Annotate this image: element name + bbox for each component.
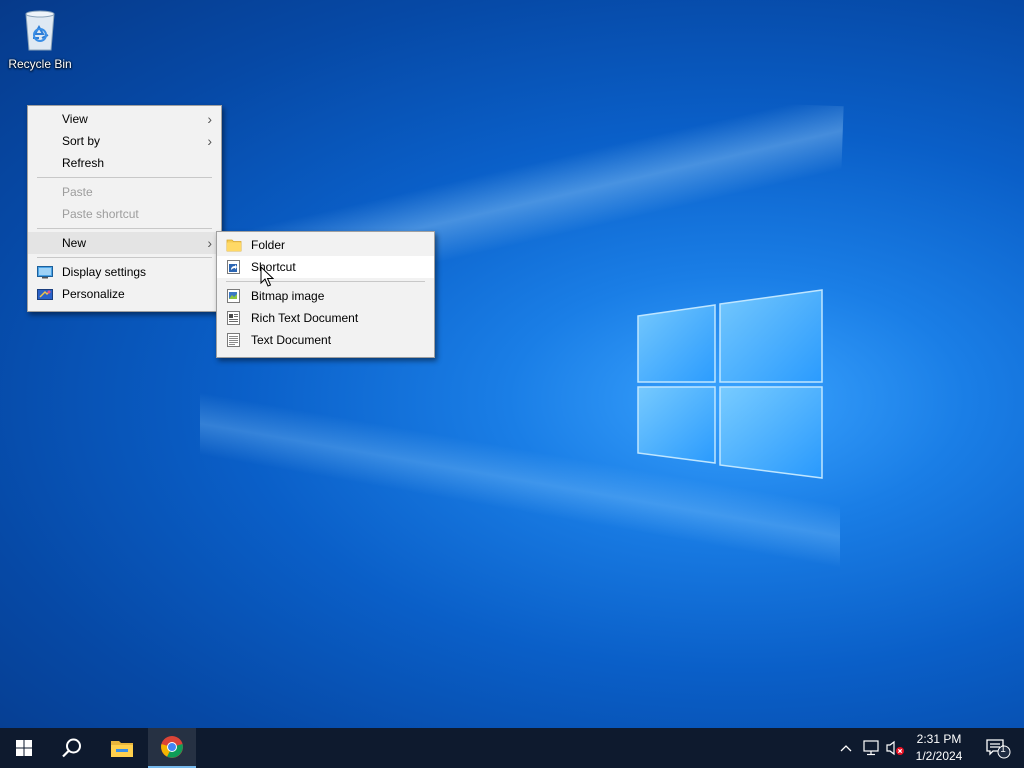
chevron-right-icon: › <box>207 133 212 149</box>
menu-item-label: Bitmap image <box>251 289 325 303</box>
action-center-button[interactable]: 1 <box>978 728 1018 768</box>
rtf-document-icon <box>227 311 240 325</box>
menu-item-label: Display settings <box>62 265 147 279</box>
chevron-up-icon <box>840 745 852 752</box>
menu-item-label: Rich Text Document <box>251 311 359 325</box>
text-document-icon <box>227 333 240 347</box>
menu-separator <box>37 177 212 178</box>
volume-tray-button[interactable] <box>884 728 906 768</box>
chrome-icon <box>161 736 183 758</box>
desktop[interactable]: Recycle Bin View › Sort by › Refresh Pas… <box>0 0 1024 728</box>
file-explorer-icon <box>111 741 133 757</box>
shortcut-icon <box>227 260 240 274</box>
recycle-bin-icon <box>25 10 55 51</box>
start-button[interactable] <box>0 728 48 768</box>
windows-logo-wallpaper <box>637 289 823 479</box>
clock-time: 2:31 PM <box>916 732 962 746</box>
menu-item-label: Text Document <box>251 333 332 347</box>
menu-separator <box>226 281 425 282</box>
file-explorer-button[interactable] <box>98 728 146 768</box>
display-icon <box>37 266 53 279</box>
menu-item-label: Sort by <box>62 134 101 148</box>
start-icon <box>16 740 32 756</box>
folder-icon <box>226 239 242 252</box>
menu-item-label: Refresh <box>62 156 105 170</box>
notification-count-badge: 1 <box>1000 744 1006 755</box>
menu-item-refresh[interactable]: Refresh <box>28 152 221 174</box>
menu-item-paste: Paste <box>28 181 221 203</box>
menu-item-sort-by[interactable]: Sort by › <box>28 130 221 152</box>
menu-item-display-settings[interactable]: Display settings <box>28 261 221 283</box>
menu-item-personalize[interactable]: Personalize <box>28 283 221 305</box>
personalize-icon <box>37 289 53 300</box>
menu-item-new[interactable]: New › <box>28 232 221 254</box>
menu-item-label: Folder <box>251 238 286 252</box>
clock[interactable]: 2:31 PM 1/2/2024 <box>906 731 972 765</box>
volume-muted-icon <box>886 740 904 756</box>
recycle-bin-shortcut[interactable]: Recycle Bin <box>6 8 74 71</box>
submenu-item-folder[interactable]: Folder <box>217 234 434 256</box>
mouse-cursor-icon <box>260 266 274 287</box>
recycle-bin-label: Recycle Bin <box>8 57 72 71</box>
submenu-item-rich-text-document[interactable]: Rich Text Document <box>217 307 434 329</box>
menu-item-view[interactable]: View › <box>28 108 221 130</box>
menu-item-label: Paste <box>62 185 93 199</box>
clock-date: 1/2/2024 <box>915 749 963 763</box>
show-hidden-icons-button[interactable] <box>836 728 856 768</box>
bitmap-icon <box>227 289 240 303</box>
chevron-right-icon: › <box>207 235 212 251</box>
new-submenu: Folder Shortcut Bitmap image Rich Text D… <box>216 231 435 358</box>
menu-item-label: Paste shortcut <box>62 207 139 221</box>
desktop-context-menu: View › Sort by › Refresh Paste Paste sho… <box>27 105 222 312</box>
submenu-item-bitmap-image[interactable]: Bitmap image <box>217 285 434 307</box>
search-icon <box>62 738 81 758</box>
submenu-item-text-document[interactable]: Text Document <box>217 329 434 351</box>
menu-separator <box>37 257 212 258</box>
menu-item-label: Personalize <box>62 287 125 301</box>
menu-item-label: View <box>62 112 88 126</box>
chevron-right-icon: › <box>207 111 212 127</box>
submenu-item-shortcut[interactable]: Shortcut <box>217 256 434 278</box>
taskbar: 2:31 PM 1/2/2024 1 <box>0 728 1024 768</box>
chrome-taskbar-button[interactable] <box>148 728 196 768</box>
menu-separator <box>37 228 212 229</box>
menu-item-paste-shortcut: Paste shortcut <box>28 203 221 225</box>
network-tray-button[interactable] <box>860 728 882 768</box>
menu-item-label: New <box>62 236 87 250</box>
network-icon <box>863 740 879 756</box>
search-button[interactable] <box>48 728 96 768</box>
